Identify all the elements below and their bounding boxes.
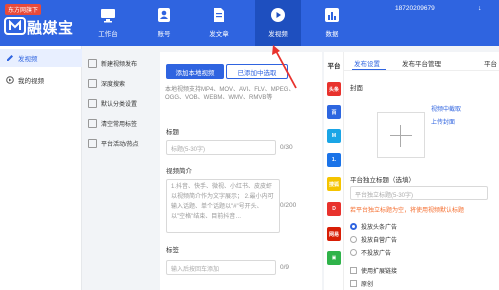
nav-accounts[interactable]: 账号 xyxy=(141,0,187,46)
tag-icon xyxy=(88,118,97,128)
func-label: 新建视频发布 xyxy=(101,61,138,68)
cover-label: 封面 xyxy=(350,85,363,92)
function-list: 新建视频发布 深度搜索 默认分类设置 清空常用标签 平台活动/热点 xyxy=(88,52,156,290)
nav-label: 工作台 xyxy=(98,31,118,38)
radio-dot xyxy=(350,236,357,243)
top-bar: 东方网旗下 融媒宝 工作台 账号 发文章 发视频 数据 18720209679 … xyxy=(0,0,499,46)
tab-platform[interactable]: 平台 xyxy=(484,58,497,68)
checkbox-label: 使用扩展链接 xyxy=(361,269,398,275)
checkbox-original[interactable]: 原创 xyxy=(350,279,373,288)
format-hint: 本地视频支持MP4、MOV、AVI、FLV、MPEG、OGG、VOB、WEBM、… xyxy=(165,87,295,101)
radio-dot xyxy=(350,223,357,230)
wangyi-icon[interactable]: 网易 xyxy=(327,227,341,241)
independent-title-label: 平台独立标题（选填） xyxy=(350,177,415,184)
upload-cover-link[interactable]: 上传封面 xyxy=(431,117,455,126)
func-new-video[interactable]: 新建视频发布 xyxy=(88,56,156,70)
app-logo[interactable]: 东方网旗下 融媒宝 xyxy=(4,4,82,42)
cover-upload-box[interactable] xyxy=(377,112,425,158)
nav-label: 发视频 xyxy=(268,31,288,38)
independent-title-warning: 若平台独立标题为空，将使用视频默认标题 xyxy=(350,208,465,214)
radio-label: 投放自营广告 xyxy=(361,238,398,244)
func-default-category[interactable]: 默认分类设置 xyxy=(88,96,156,110)
category-icon xyxy=(88,98,97,108)
nav-data[interactable]: 数据 xyxy=(309,0,355,46)
yidian-icon[interactable]: 1. xyxy=(327,153,341,167)
func-platform-events[interactable]: 平台活动/热点 xyxy=(88,136,156,150)
chevron-down-icon[interactable]: ↓ xyxy=(478,5,482,12)
intro-count: 0/200 xyxy=(280,202,297,209)
title-label: 标题 xyxy=(166,129,179,136)
aiqiyi-icon[interactable]: ▣ xyxy=(327,251,341,265)
nav-publish-video[interactable]: 发视频 xyxy=(255,0,301,46)
checkbox-box xyxy=(350,280,357,287)
nav-label: 账号 xyxy=(157,31,171,38)
platform-title: 平台 xyxy=(327,63,341,70)
document-icon xyxy=(214,8,224,22)
radio-toutiao-ad[interactable]: 投放头条广告 xyxy=(350,222,397,231)
logo-badge: 东方网旗下 xyxy=(5,4,42,15)
edit-icon xyxy=(7,55,13,61)
publish-settings: 发布设置 发布平台管理 平台 封面 视频中截取 上传封面 平台独立标题（选填） … xyxy=(344,52,499,290)
hot-icon xyxy=(88,138,97,148)
radio-self-ad[interactable]: 投放自营广告 xyxy=(350,235,397,244)
checkbox-extended-link[interactable]: 使用扩展链接 xyxy=(350,266,397,275)
func-label: 平台活动/热点 xyxy=(101,141,139,148)
tab-platform-management[interactable]: 发布平台管理 xyxy=(402,58,441,68)
nav-label: 发文章 xyxy=(209,31,229,38)
new-icon xyxy=(88,58,97,68)
radio-label: 不投放广告 xyxy=(361,251,392,257)
sohu-icon[interactable]: 搜狐 xyxy=(327,177,341,191)
add-local-video-button[interactable]: 添加本地视频 xyxy=(166,64,224,79)
nav-workbench[interactable]: 工作台 xyxy=(85,0,131,46)
tags-count: 0/9 xyxy=(280,264,290,271)
nav-label: 数据 xyxy=(325,31,339,38)
checkbox-label: 原创 xyxy=(361,282,374,288)
sidebar-item-label: 我的视频 xyxy=(18,78,44,85)
cover-from-video-link[interactable]: 视频中截取 xyxy=(431,104,461,113)
dafeng-icon[interactable]: D xyxy=(327,202,341,216)
dayu-icon[interactable]: M xyxy=(327,129,341,143)
chart-icon xyxy=(325,8,339,22)
computer-icon xyxy=(101,9,115,23)
video-form: 添加本地视频 已添加中选取 本地视频支持MP4、MOV、AVI、FLV、MPEG… xyxy=(160,52,322,290)
tab-publish-settings[interactable]: 发布设置 xyxy=(354,58,380,68)
search-icon xyxy=(88,78,97,88)
tags-input[interactable]: 输入后按回车添加 xyxy=(166,260,276,275)
radio-no-ad[interactable]: 不投放广告 xyxy=(350,248,391,257)
title-input[interactable]: 标题(5-30字) xyxy=(166,140,276,155)
brand-name: 融媒宝 xyxy=(27,20,74,37)
func-clear-tags[interactable]: 清空常用标签 xyxy=(88,116,156,130)
independent-title-input[interactable]: 平台独立标题(5-30字) xyxy=(350,186,488,200)
nav-publish-article[interactable]: 发文章 xyxy=(196,0,242,46)
select-from-library-button[interactable]: 已添加中选取 xyxy=(226,64,288,79)
sidebar: 发视频 我的视频 xyxy=(0,46,82,290)
video-list-icon xyxy=(6,76,14,84)
divider xyxy=(344,70,499,71)
sidebar-item-label: 发视频 xyxy=(18,56,38,63)
title-count: 0/30 xyxy=(280,144,293,151)
sidebar-item-publish-video[interactable]: 发视频 xyxy=(0,49,82,67)
user-icon xyxy=(158,8,170,22)
intro-textarea[interactable]: 1.抖音、快手、微视、小红书、皮皮虾以视频简介作为文字展示； 2.最小内可输入话… xyxy=(166,179,280,233)
checkbox-box xyxy=(350,267,357,274)
toutiao-icon[interactable]: 头条 xyxy=(327,82,341,96)
func-label: 清空常用标签 xyxy=(101,121,138,128)
tags-label: 标签 xyxy=(166,247,179,254)
func-deep-search[interactable]: 深度搜索 xyxy=(88,76,156,90)
func-label: 默认分类设置 xyxy=(101,101,138,108)
radio-label: 投放头条广告 xyxy=(361,225,398,231)
sidebar-item-my-videos[interactable]: 我的视频 xyxy=(0,71,82,89)
logo-icon xyxy=(4,17,26,35)
platform-column: 平台 头条百 M 1. 搜狐 D 网易 ▣ xyxy=(324,52,344,290)
user-phone[interactable]: 18720209679 xyxy=(395,5,435,12)
radio-dot xyxy=(350,249,357,256)
baijiahao-icon[interactable]: 百 xyxy=(327,105,341,119)
intro-label: 视频简介 xyxy=(166,168,192,175)
play-icon xyxy=(271,8,285,22)
func-label: 深度搜索 xyxy=(101,81,126,88)
